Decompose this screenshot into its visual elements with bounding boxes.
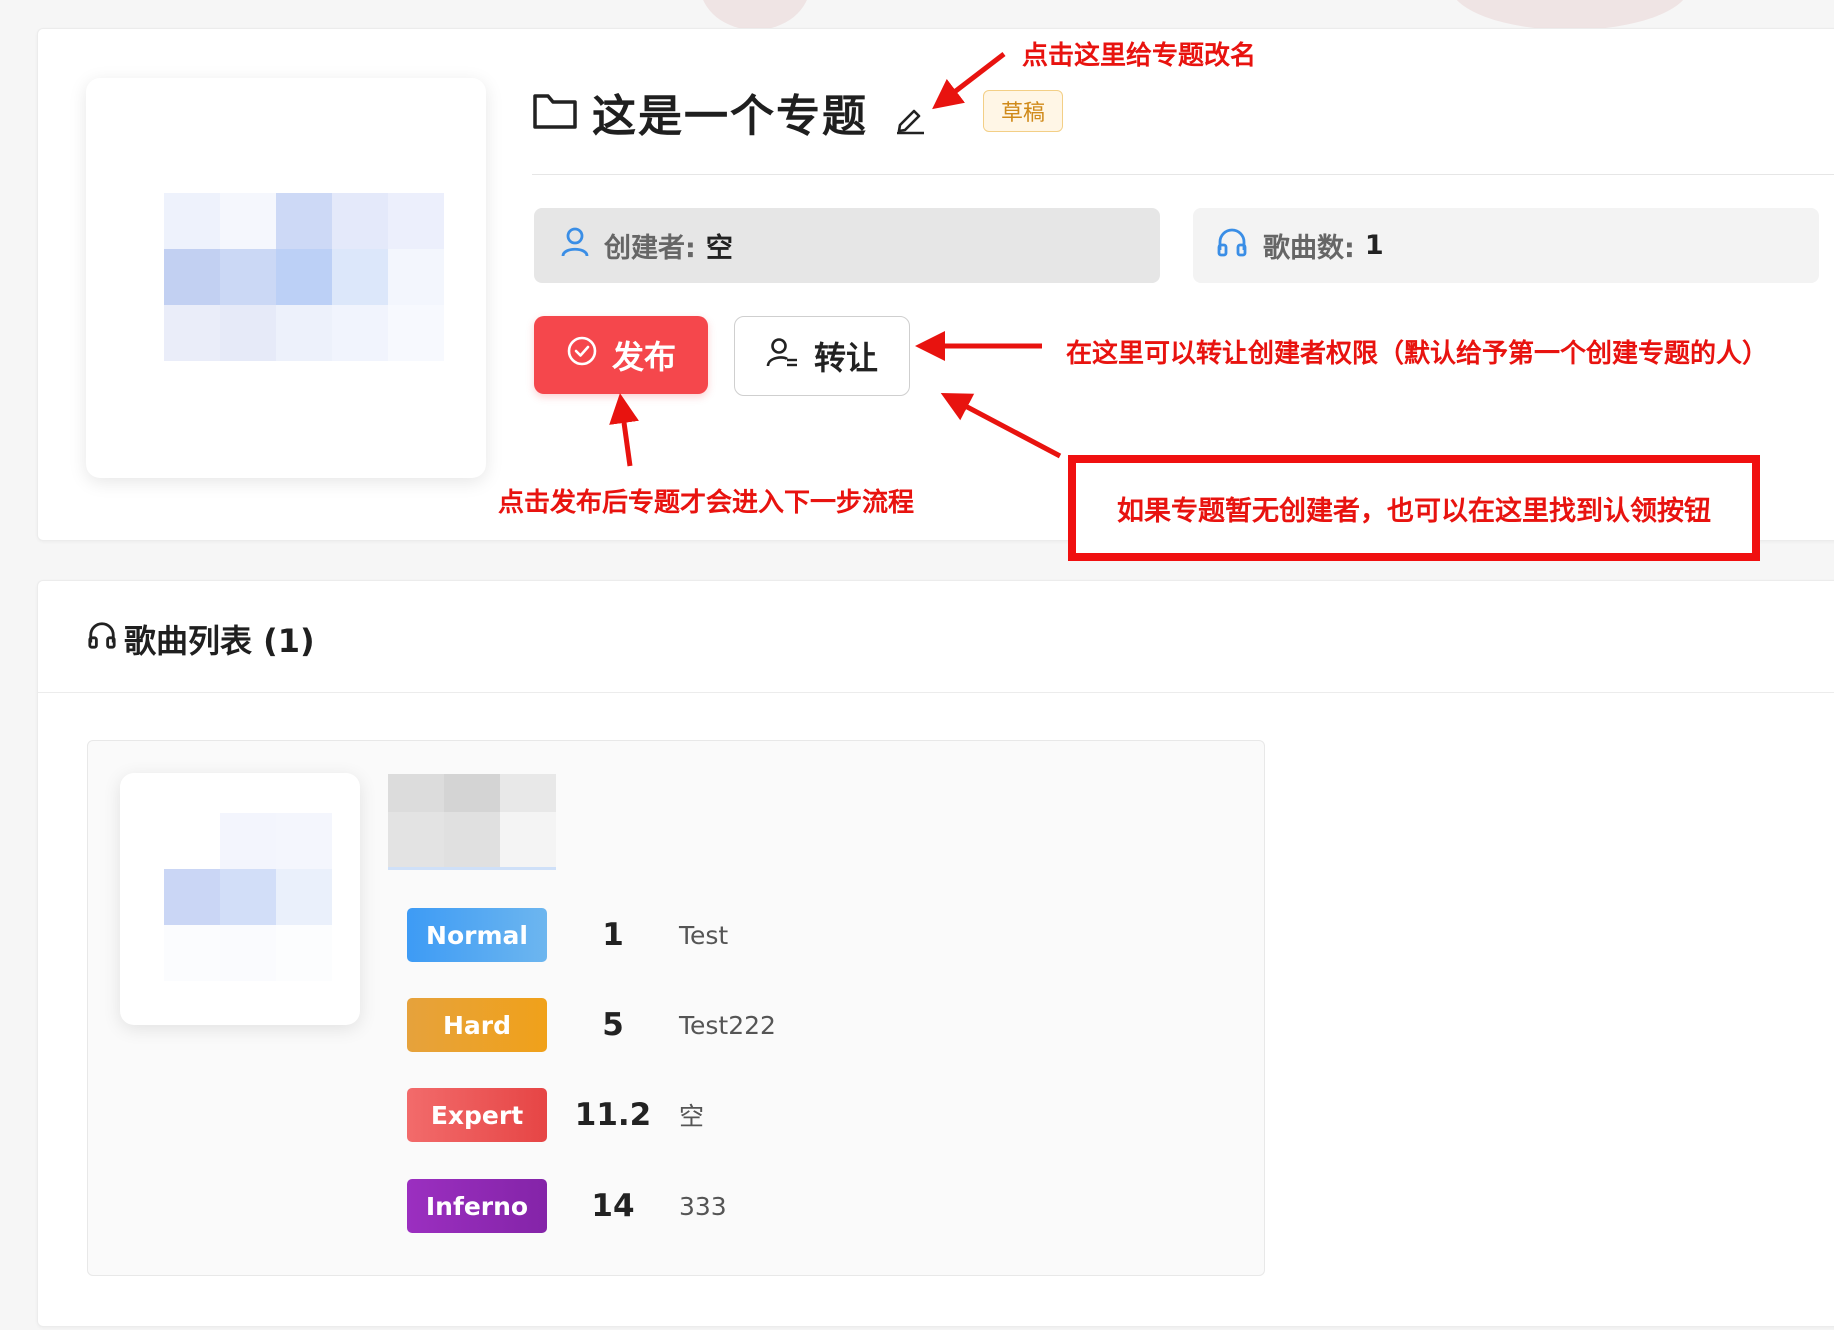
difficulty-badge: Hard [407,998,547,1052]
difficulty-badge: Normal [407,908,547,962]
difficulty-level: 11.2 [574,1097,652,1133]
arrow-to-publish [609,393,639,467]
difficulty-row-normal[interactable]: Normal 1 Test [407,908,728,962]
difficulty-charter: 空 [679,1102,705,1131]
claim-hint-box: 如果专题暂无创建者，也可以在这里找到认领按钮 [1068,455,1760,561]
transfer-hint: 在这里可以转让创建者权限（默认给予第一个创建专题的人） [1066,339,1769,369]
claim-hint: 如果专题暂无创建者，也可以在这里找到认领按钮 [1117,495,1711,527]
difficulty-level: 14 [591,1188,635,1224]
difficulty-row-inferno[interactable]: Inferno 14 333 [407,1179,727,1233]
difficulty-row-hard[interactable]: Hard 5 Test222 [407,998,776,1052]
difficulty-charter: 333 [679,1191,727,1221]
difficulty-badge: Inferno [407,1179,547,1233]
divider [37,692,1834,693]
difficulty-charter: Test [679,920,729,950]
blurred-song-title [388,774,556,870]
song-list-header: 歌曲列表 (1) [86,616,315,662]
difficulty-charter: Test222 [679,1010,776,1040]
headphones-icon [86,620,118,658]
title-underline [388,867,556,870]
difficulty-level: 5 [602,1007,624,1043]
publish-hint: 点击发布后专题才会进入下一步流程 [498,488,915,518]
rename-hint: 点击这里给专题改名 [1022,41,1257,71]
difficulty-row-expert[interactable]: Expert 11.2 空 [407,1088,704,1142]
arrow-claim-to-transfer [940,392,1062,459]
song-cover-image [120,773,360,1025]
difficulty-badge: Expert [407,1088,547,1142]
song-list-title: 歌曲列表 (1) [124,622,315,660]
difficulty-level: 1 [602,917,624,953]
blurred-song-art [164,813,332,981]
arrow-to-rename [932,52,1006,110]
